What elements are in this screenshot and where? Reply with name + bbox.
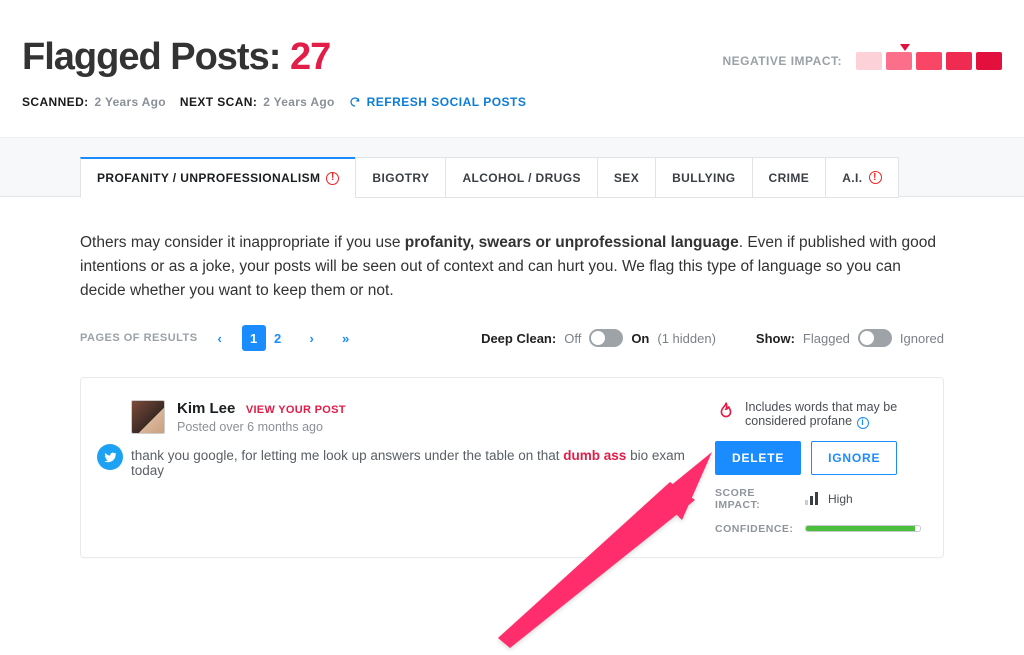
author-name: Kim Lee: [177, 400, 235, 417]
pagination-last[interactable]: »: [334, 325, 358, 351]
confidence-label: CONFIDENCE:: [715, 523, 795, 535]
refresh-button[interactable]: REFRESH SOCIAL POSTS: [349, 95, 527, 109]
score-impact-label: SCORE IMPACT:: [715, 487, 795, 511]
pagination-page-2[interactable]: 2: [266, 325, 290, 351]
category-tabs: PROFANITY / UNPROFESSIONALISM!BIGOTRYALC…: [80, 157, 944, 198]
tab-bigotry[interactable]: BIGOTRY: [355, 157, 446, 198]
deepclean-on-label: On: [631, 331, 649, 346]
negative-impact-meter: [856, 52, 1002, 70]
pagination-next[interactable]: ›: [300, 325, 324, 351]
tab-alcohol-drugs[interactable]: ALCOHOL / DRUGS: [445, 157, 597, 198]
next-scan-value: 2 Years Ago: [263, 95, 334, 109]
meter-seg: [946, 52, 972, 70]
alert-icon: !: [869, 171, 882, 184]
meter-seg: [916, 52, 942, 70]
post-card: Kim Lee View Your Post Posted over 6 mon…: [80, 377, 944, 558]
refresh-label: REFRESH SOCIAL POSTS: [367, 95, 527, 109]
page-title-text: Flagged Posts:: [22, 36, 280, 78]
tab-bullying[interactable]: BULLYING: [655, 157, 752, 198]
deepclean-label: Deep Clean:: [481, 331, 556, 346]
twitter-icon: [97, 444, 123, 470]
show-ignored-label: Ignored: [900, 331, 944, 346]
confidence-bar: [805, 525, 921, 532]
pagination-label: PAGES OF RESULTS: [80, 332, 198, 344]
flagged-term: dumb ass: [563, 448, 626, 463]
show-label: Show:: [756, 331, 795, 346]
deepclean-hidden-count: (1 hidden): [657, 331, 716, 346]
score-impact-value: High: [828, 492, 853, 506]
flagged-count: 27: [290, 36, 330, 78]
view-post-link[interactable]: View Your Post: [246, 404, 346, 416]
pagination-page-1[interactable]: 1: [242, 325, 266, 351]
refresh-icon: [349, 96, 361, 108]
meter-seg: [886, 52, 912, 70]
meter-marker-icon: [900, 44, 910, 51]
flag-reason: Includes words that may be considered pr…: [745, 400, 897, 428]
tab-profanity-unprofessionalism[interactable]: PROFANITY / UNPROFESSIONALISM!: [80, 157, 356, 198]
meter-seg: [976, 52, 1002, 70]
posted-time: Posted over 6 months ago: [177, 420, 346, 434]
pagination-prev[interactable]: ‹: [208, 325, 232, 351]
tab-sex[interactable]: SEX: [597, 157, 656, 198]
show-toggle[interactable]: [858, 329, 892, 347]
flame-icon: [715, 400, 737, 422]
meter-seg: [856, 52, 882, 70]
alert-icon: !: [326, 172, 339, 185]
signal-bars-icon: [805, 492, 818, 505]
scanned-value: 2 Years Ago: [95, 95, 166, 109]
page-title: Flagged Posts: 27: [22, 36, 330, 79]
next-scan-label: NEXT SCAN:: [180, 95, 257, 109]
info-icon[interactable]: i: [857, 417, 869, 429]
delete-button[interactable]: DELETE: [715, 441, 801, 475]
deepclean-toggle[interactable]: [589, 329, 623, 347]
tab-a-i[interactable]: A.I.!: [825, 157, 898, 198]
scanned-label: SCANNED:: [22, 95, 89, 109]
show-flagged-label: Flagged: [803, 331, 850, 346]
ignore-button[interactable]: IGNORE: [811, 441, 897, 475]
deepclean-off-label: Off: [564, 331, 581, 346]
post-text: thank you google, for letting me look up…: [131, 448, 693, 478]
avatar: [131, 400, 165, 434]
negative-impact-label: NEGATIVE IMPACT:: [722, 54, 842, 68]
category-description: Others may consider it inappropriate if …: [80, 231, 944, 303]
tab-crime[interactable]: CRIME: [752, 157, 827, 198]
